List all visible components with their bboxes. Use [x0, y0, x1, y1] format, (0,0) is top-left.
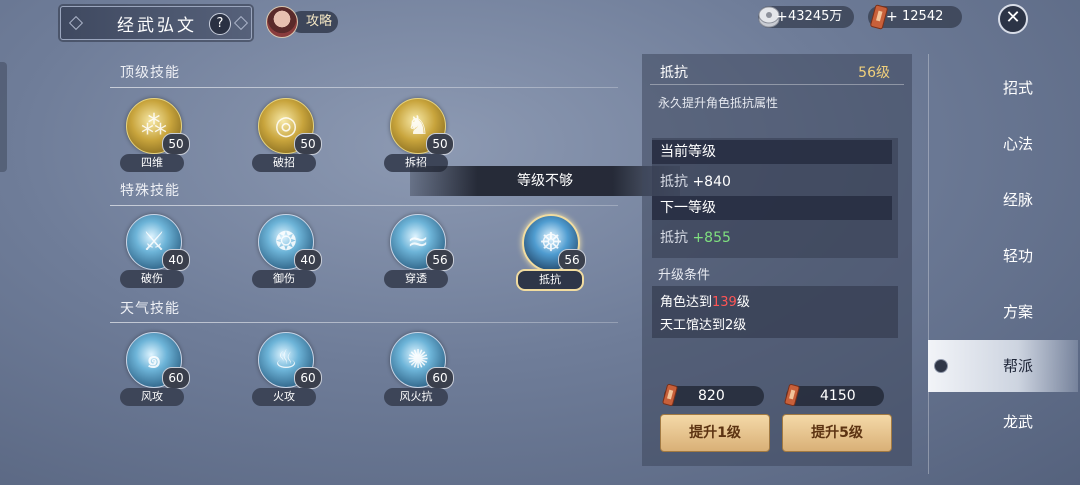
skill-level: 40 [294, 249, 322, 271]
diamond-ornament-icon [233, 15, 249, 31]
selected-bullet-icon [934, 359, 948, 373]
skill-poshang[interactable]: ⚔ 40 破伤 [114, 214, 194, 292]
skill-name: 风攻 [120, 388, 184, 406]
condition-role-level: 角色达到139级 [660, 291, 750, 310]
page-title: 经武弘文 [117, 16, 197, 36]
skill-name: 穿透 [384, 270, 448, 288]
nav-item-zhaoshi[interactable]: 招式 [928, 62, 1078, 114]
skill-yushang[interactable]: ❂ 40 御伤 [246, 214, 326, 292]
detail-skill-name: 抵抗 [660, 65, 688, 81]
divider [110, 87, 618, 88]
cost-value: 4150 [820, 388, 856, 404]
skill-name: 破招 [252, 154, 316, 172]
divider [650, 84, 904, 85]
close-button[interactable]: ✕ [998, 4, 1028, 34]
skill-chuantou[interactable]: ≈ 56 穿透 [378, 214, 458, 292]
title-banner: 经武弘文 ? [60, 6, 252, 40]
upgrade-5-button[interactable]: 提升5级 [782, 414, 892, 452]
skill-name: 火攻 [252, 388, 316, 406]
current-level-header: 当前等级 [652, 140, 892, 164]
divider [110, 205, 618, 206]
condition-workshop-level: 天工馆达到2级 [660, 318, 747, 333]
token-amount: 12542 [902, 9, 944, 24]
toast-message: 等级不够 [410, 166, 680, 196]
nav-item-bangpai[interactable]: 帮派 [928, 340, 1078, 392]
upgrade-1-button[interactable]: 提升1级 [660, 414, 770, 452]
token-currency[interactable]: + 12542 [868, 4, 962, 30]
detail-skill-level: 56级 [858, 65, 890, 81]
right-nav: 招式 心法 经脉 轻功 方案 帮派 龙武 [928, 54, 1080, 474]
nav-item-qinggong[interactable]: 轻功 [928, 230, 1078, 282]
level-stats-card: 当前等级 抵抗 +840 下一等级 抵抗 +855 [652, 138, 898, 258]
skill-huogong[interactable]: ♨ 60 火攻 [246, 332, 326, 410]
current-stat: 抵抗 +840 [660, 171, 731, 191]
skill-fenggong[interactable]: ๑ 60 风攻 [114, 332, 194, 410]
section-title-weather: 天气技能 [120, 301, 180, 317]
nav-item-longwu[interactable]: 龙武 [928, 396, 1078, 448]
add-token-icon[interactable]: + [886, 6, 898, 28]
add-silver-icon[interactable]: + [776, 6, 788, 28]
skill-pozhao[interactable]: ◎ 50 破招 [246, 98, 326, 176]
upgrade-conditions: 角色达到139级 天工馆达到2级 [652, 286, 898, 338]
skill-level: 60 [294, 367, 322, 389]
token-icon [784, 383, 800, 407]
next-stat: 抵抗 +855 [660, 227, 731, 247]
skill-chaizhao[interactable]: ♞ 50 拆招 [378, 98, 458, 176]
section-title-special: 特殊技能 [120, 183, 180, 199]
nav-item-fangan[interactable]: 方案 [928, 286, 1078, 338]
skill-level: 56 [558, 249, 586, 271]
skill-name: 四维 [120, 154, 184, 172]
skill-name: 破伤 [120, 270, 184, 288]
upgrade-conditions-title: 升级条件 [658, 268, 711, 283]
nav-item-xinfa[interactable]: 心法 [928, 118, 1078, 170]
skill-detail-panel: 抵抗 56级 永久提升角色抵抗属性 当前等级 抵抗 +840 下一等级 抵抗 +… [642, 54, 912, 466]
token-icon [662, 383, 678, 407]
next-stat-value: +855 [692, 230, 731, 246]
diamond-ornament-icon [68, 15, 84, 31]
silver-amount: 43245万 [788, 9, 843, 24]
cost-upgrade-5: 4150 [784, 383, 884, 407]
close-icon: ✕ [1005, 7, 1021, 28]
skill-level: 40 [162, 249, 190, 271]
skill-siwei[interactable]: ⁂ 50 四维 [114, 98, 194, 176]
next-stat-label: 抵抗 [660, 230, 688, 246]
skill-level: 50 [162, 133, 190, 155]
current-stat-label: 抵抗 [660, 174, 688, 190]
cost-value: 820 [698, 388, 725, 404]
skill-name: 抵抗 [516, 269, 584, 291]
skill-level: 60 [162, 367, 190, 389]
avatar [266, 6, 298, 38]
cost-upgrade-1: 820 [662, 383, 764, 407]
next-level-header: 下一等级 [652, 196, 892, 220]
nav-item-jingmai[interactable]: 经脉 [928, 174, 1078, 226]
divider [110, 322, 618, 323]
nav-item-label: 帮派 [1002, 357, 1033, 375]
left-edge-tab[interactable] [0, 62, 7, 172]
silver-currency[interactable]: + 43245万 [758, 6, 854, 28]
skill-level: 56 [426, 249, 454, 271]
condition-unit: 级 [736, 295, 750, 310]
skill-level: 50 [294, 133, 322, 155]
skill-dikang-selected[interactable]: ☸ 56 抵抗 [510, 214, 590, 292]
skill-name: 风火抗 [384, 388, 448, 406]
condition-required-level: 139 [712, 295, 737, 310]
section-title-top: 顶级技能 [120, 65, 180, 81]
skill-level: 60 [426, 367, 454, 389]
skill-fenghuokang[interactable]: ✺ 60 风火抗 [378, 332, 458, 410]
condition-text: 角色达到 [660, 295, 713, 310]
skill-level: 50 [426, 133, 454, 155]
help-button[interactable]: ? [209, 13, 231, 35]
skill-name: 御伤 [252, 270, 316, 288]
detail-description: 永久提升角色抵抗属性 [658, 96, 779, 110]
current-stat-value: +840 [692, 174, 731, 190]
